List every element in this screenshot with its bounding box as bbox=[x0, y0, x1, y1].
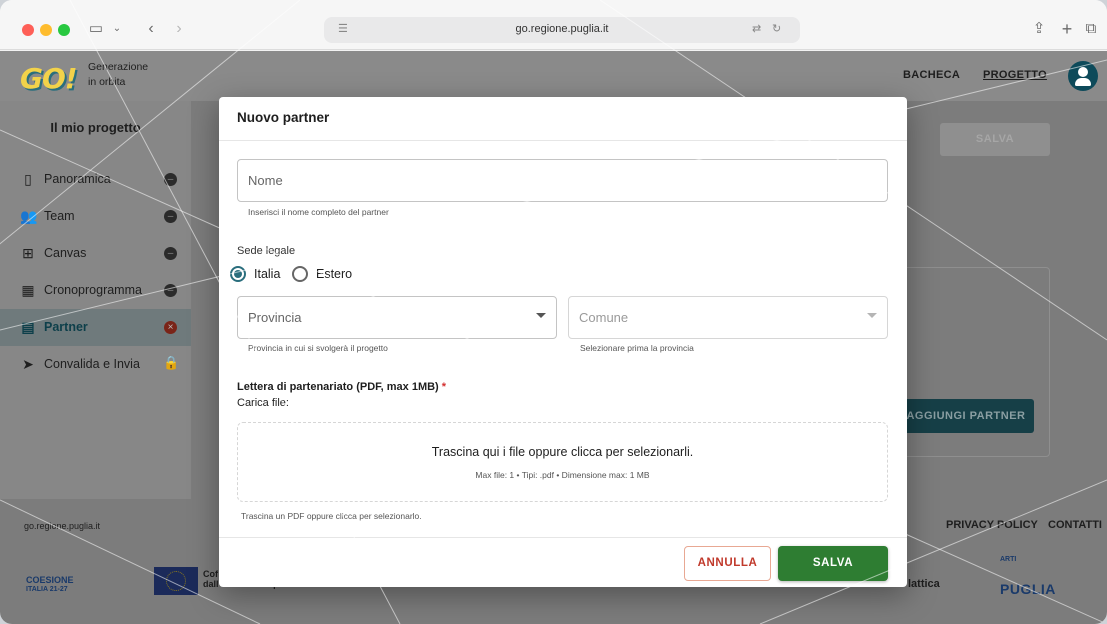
people-icon: 👥 bbox=[20, 208, 38, 224]
status-dash-icon: – bbox=[164, 284, 177, 297]
send-icon: ➤ bbox=[22, 356, 34, 372]
share-icon[interactable]: ⇪ bbox=[1030, 18, 1048, 40]
required-mark: * bbox=[441, 381, 447, 393]
translate-icon[interactable]: ⇄ bbox=[752, 22, 761, 35]
minimize-window-button[interactable] bbox=[40, 24, 52, 36]
upload-label: Carica file: bbox=[237, 397, 289, 409]
avatar-body bbox=[1075, 78, 1091, 86]
project-sidebar: Il mio progetto ▯ Panoramica – 👥 Team – … bbox=[0, 101, 191, 499]
upload-title: Lettera di partenariato (PDF, max 1MB) * bbox=[237, 381, 446, 393]
coesione-italia-logo: COESIONE ITALIA 21-27 bbox=[26, 575, 74, 595]
canvas-icon: ⊞ bbox=[22, 245, 34, 261]
sidebar-toggle-icon[interactable]: ▭ bbox=[86, 18, 106, 40]
partner-name-helper: Inserisci il nome completo del partner bbox=[248, 207, 389, 217]
eu-flag-icon bbox=[154, 567, 198, 595]
radio-italia-label[interactable]: Italia bbox=[254, 267, 280, 281]
sidebar-item-label: Convalida e Invia bbox=[44, 357, 140, 371]
lock-icon: 🔒 bbox=[163, 355, 180, 370]
coesione-logo-text: COESIONE bbox=[26, 575, 74, 585]
upload-title-text: Lettera di partenariato (PDF, max 1MB) bbox=[237, 381, 439, 393]
status-dash-icon: – bbox=[164, 210, 177, 223]
file-dropzone[interactable]: Trascina qui i file oppure clicca per se… bbox=[237, 422, 888, 502]
add-partner-button: AGGIUNGI PARTNER bbox=[898, 399, 1034, 433]
upload-helper: Trascina un PDF oppure clicca per selezi… bbox=[241, 511, 422, 521]
dropzone-main-text: Trascina qui i file oppure clicca per se… bbox=[431, 445, 694, 459]
dialog-title: Nuovo partner bbox=[237, 110, 330, 125]
provincia-select[interactable]: Provincia bbox=[237, 296, 557, 339]
user-avatar[interactable] bbox=[1068, 61, 1098, 91]
coesione-logo-sub: ITALIA 21-27 bbox=[26, 586, 68, 593]
lattica-logo: lattica bbox=[908, 578, 940, 590]
radio-estero-label[interactable]: Estero bbox=[316, 267, 352, 281]
contatti-link[interactable]: CONTATTI bbox=[1048, 519, 1102, 531]
partner-name-input[interactable]: Nome bbox=[237, 159, 888, 202]
address-bar[interactable]: ☰ go.regione.puglia.it ⇄ ↻ bbox=[324, 17, 800, 43]
chevron-down-icon[interactable]: ⌄ bbox=[110, 18, 124, 40]
arti-logo: ARTI bbox=[1000, 556, 1017, 563]
background-save-button: SALVA bbox=[940, 123, 1050, 156]
back-icon[interactable]: ‹ bbox=[142, 18, 160, 40]
browser-window: ▭ ⌄ ‹ › ☰ go.regione.puglia.it ⇄ ↻ ⇪ + ⧉… bbox=[0, 0, 1107, 624]
sidebar-item-canvas[interactable]: ⊞ Canvas – bbox=[0, 235, 191, 272]
puglia-logo: PUGLIA bbox=[1000, 581, 1056, 597]
avatar-head bbox=[1078, 67, 1088, 77]
chevron-down-icon bbox=[536, 313, 546, 318]
cancel-button[interactable]: ANNULLA bbox=[684, 546, 771, 581]
sidebar-item-convalida[interactable]: ➤ Convalida e Invia 🔒 bbox=[0, 346, 191, 383]
provincia-helper: Provincia in cui si svolgerà il progetto bbox=[248, 343, 388, 353]
save-button[interactable]: SALVA bbox=[778, 546, 888, 581]
nav-progetto[interactable]: PROGETTO bbox=[983, 69, 1047, 81]
tab-overview-icon[interactable]: ⧉ bbox=[1082, 18, 1100, 40]
building-icon: ▤ bbox=[21, 319, 35, 335]
radio-italia[interactable] bbox=[230, 266, 246, 282]
status-error-icon: × bbox=[164, 321, 177, 334]
privacy-policy-link[interactable]: PRIVACY POLICY bbox=[946, 519, 1038, 531]
provincia-placeholder: Provincia bbox=[248, 310, 302, 325]
site-header: GO! Generazione in orbita BACHECA PROGET… bbox=[0, 51, 1107, 101]
sidebar-item-label: Cronoprogramma bbox=[44, 283, 142, 297]
address-url: go.regione.puglia.it bbox=[515, 23, 609, 35]
clipboard-icon: ▯ bbox=[24, 171, 32, 187]
sidebar-item-label: Partner bbox=[44, 320, 88, 334]
sede-legale-label: Sede legale bbox=[237, 245, 296, 257]
dialog-header-divider bbox=[219, 140, 907, 141]
radio-estero[interactable] bbox=[292, 266, 308, 282]
close-window-button[interactable] bbox=[22, 24, 34, 36]
logo-subtitle: Generazione in orbita bbox=[88, 60, 148, 90]
nav-bacheca[interactable]: BACHECA bbox=[903, 69, 960, 81]
partner-name-placeholder: Nome bbox=[248, 173, 283, 188]
sidebar-item-cronoprogramma[interactable]: ▦ Cronoprogramma – bbox=[0, 272, 191, 309]
logo-subtitle-line-1: Generazione bbox=[88, 61, 149, 73]
fullscreen-window-button[interactable] bbox=[58, 24, 70, 36]
dropzone-sub-text: Max file: 1 • Tipi: .pdf • Dimensione ma… bbox=[475, 470, 650, 480]
new-tab-icon[interactable]: + bbox=[1058, 18, 1076, 40]
calendar-icon: ▦ bbox=[21, 282, 35, 298]
forward-icon[interactable]: › bbox=[170, 18, 188, 40]
logo-subtitle-line-2: in orbita bbox=[88, 76, 126, 88]
chevron-down-icon bbox=[867, 313, 877, 318]
comune-helper: Selezionare prima la provincia bbox=[580, 343, 694, 353]
comune-placeholder: Comune bbox=[579, 310, 629, 325]
sidebar-title: Il mio progetto bbox=[50, 120, 141, 135]
sidebar-item-label: Team bbox=[44, 209, 75, 223]
footer-url: go.regione.puglia.it bbox=[24, 521, 101, 531]
go-logo[interactable]: GO! bbox=[20, 62, 82, 95]
sidebar-item-team[interactable]: 👥 Team – bbox=[0, 198, 191, 235]
sidebar-item-label: Panoramica bbox=[44, 172, 111, 186]
new-partner-dialog: Nuovo partner Nome Inserisci il nome com… bbox=[219, 97, 907, 587]
status-dash-icon: – bbox=[164, 173, 177, 186]
browser-toolbar: ▭ ⌄ ‹ › ☰ go.regione.puglia.it ⇄ ↻ ⇪ + ⧉ bbox=[0, 0, 1107, 50]
sidebar-item-panoramica[interactable]: ▯ Panoramica – bbox=[0, 161, 191, 198]
sidebar-item-label: Canvas bbox=[44, 246, 87, 260]
reload-icon[interactable]: ↻ bbox=[772, 22, 781, 35]
comune-select[interactable]: Comune bbox=[568, 296, 888, 339]
status-dash-icon: – bbox=[164, 247, 177, 260]
dialog-footer-divider bbox=[219, 537, 907, 538]
sidebar-item-partner[interactable]: ▤ Partner × bbox=[0, 309, 191, 346]
